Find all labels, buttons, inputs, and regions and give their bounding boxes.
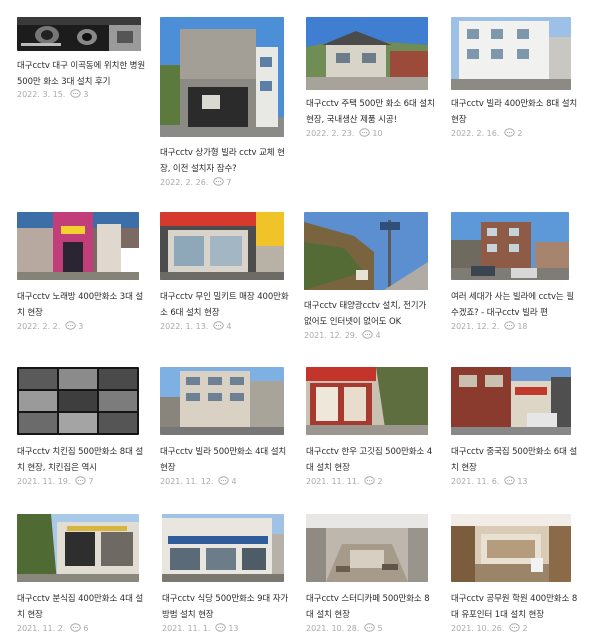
post-date: 2022. 2. 2. <box>17 322 61 331</box>
post-title[interactable]: 대구cctv 태양광cctv 설치, 전기가 없어도 인터넷이 없어도 OK <box>304 298 434 330</box>
comment-count[interactable]: 7 <box>226 178 231 187</box>
post-date: 2021. 10. 28. <box>306 624 360 633</box>
post-thumbnail[interactable] <box>160 212 284 280</box>
post-title[interactable]: 대구cctv 대구 이곡동에 위치한 병원 500만 화소 3대 설치 후기 <box>17 58 147 90</box>
comment-icon <box>215 623 227 632</box>
post-title[interactable]: 대구cctv 스터디카페 500만화소 8대 설치 현장 <box>306 591 436 623</box>
comment-icon <box>65 321 76 330</box>
comment-icon <box>70 89 82 98</box>
post-date: 2021. 11. 12. <box>160 477 214 486</box>
post-meta: 2021. 12. 29. 4 <box>304 330 381 342</box>
post-title[interactable]: 여러 세대가 사는 빌라에 cctv는 필수겠죠? - 대구cctv 빌라 편 <box>451 289 581 321</box>
comment-icon <box>75 476 87 485</box>
post-meta: 2021. 11. 2. 6 <box>17 623 88 635</box>
post-thumbnail[interactable] <box>306 514 428 582</box>
comment-count[interactable]: 18 <box>517 322 527 331</box>
post-thumbnail[interactable] <box>306 367 428 435</box>
post-thumbnail[interactable] <box>160 17 284 137</box>
post-date: 2021. 11. 2. <box>17 624 66 633</box>
comment-icon <box>218 476 230 485</box>
post-thumbnail[interactable] <box>451 17 571 90</box>
comment-icon <box>70 623 82 632</box>
post-meta: 2021. 11. 12. 4 <box>160 476 237 488</box>
post-meta: 2022. 2. 2. 3 <box>17 321 83 333</box>
comment-count[interactable]: 2 <box>377 477 382 486</box>
comment-count[interactable]: 4 <box>231 477 236 486</box>
post-meta: 2021. 10. 28. 5 <box>306 623 383 635</box>
post-title[interactable]: 대구cctv 무인 밀키트 매장 400만화소 6대 설치 현장 <box>160 289 290 321</box>
comment-icon <box>213 321 225 330</box>
post-title[interactable]: 대구cctv 빌라 400만화소 8대 설치 현장 <box>451 96 581 128</box>
post-title[interactable]: 대구cctv 주택 500만 화소 6대 설치 현장, 국내생산 제품 시공! <box>306 96 436 128</box>
post-date: 2022. 1. 13. <box>160 322 209 331</box>
comment-icon <box>504 476 516 485</box>
post-date: 2021. 12. 2. <box>451 322 500 331</box>
comment-count[interactable]: 7 <box>88 477 93 486</box>
comment-icon <box>213 177 225 186</box>
comment-count[interactable]: 3 <box>83 90 88 99</box>
post-title[interactable]: 대구cctv 분식집 400만화소 4대 설치 현장 <box>17 591 147 623</box>
post-title[interactable]: 대구cctv 노래방 400만화소 3대 설치 현장 <box>17 289 147 321</box>
post-meta: 2022. 2. 16. 2 <box>451 128 522 140</box>
comment-icon <box>509 623 521 632</box>
post-meta: 2021. 10. 26. 2 <box>451 623 528 635</box>
post-thumbnail[interactable] <box>451 514 571 582</box>
post-meta: 2022. 1. 13. 4 <box>160 321 231 333</box>
comment-icon <box>504 128 516 137</box>
post-thumbnail[interactable] <box>451 367 571 435</box>
post-thumbnail[interactable] <box>451 212 569 280</box>
post-title[interactable]: 대구cctv 한우 고깃집 500만화소 4대 설치 현장 <box>306 444 436 476</box>
comment-count[interactable]: 5 <box>377 624 382 633</box>
post-date: 2022. 2. 26. <box>160 178 209 187</box>
comment-icon <box>504 321 516 330</box>
post-thumbnail[interactable] <box>17 17 141 51</box>
post-date: 2021. 11. 11. <box>306 477 360 486</box>
post-thumbnail[interactable] <box>17 514 139 582</box>
post-date: 2022. 3. 15. <box>17 90 66 99</box>
post-thumbnail[interactable] <box>160 367 284 435</box>
post-date: 2021. 12. 29. <box>304 331 358 340</box>
comment-count[interactable]: 10 <box>372 129 382 138</box>
post-meta: 2021. 12. 2. 18 <box>451 321 528 333</box>
post-title[interactable]: 대구cctv 상가형 빌라 cctv 교체 현장, 이전 설치자 잠수? <box>160 145 290 177</box>
post-title[interactable]: 대구cctv 치킨집 500만화소 8대 설치 현장, 치킨집은 역시 <box>17 444 147 476</box>
comment-count[interactable]: 13 <box>517 477 527 486</box>
post-meta: 2021. 11. 19. 7 <box>17 476 94 488</box>
post-thumbnail[interactable] <box>304 212 428 290</box>
post-date: 2022. 2. 23. <box>306 129 355 138</box>
post-meta: 2021. 11. 6. 13 <box>451 476 528 488</box>
post-meta: 2022. 2. 23. 10 <box>306 128 383 140</box>
post-title[interactable]: 대구cctv 빌라 500만화소 4대 설치 현장 <box>160 444 290 476</box>
post-thumbnail[interactable] <box>17 212 139 280</box>
comment-icon <box>364 476 376 485</box>
post-title[interactable]: 대구cctv 공무원 학원 400만화소 8대 유포인터 1대 설치 현장 <box>451 591 581 623</box>
post-thumbnail[interactable] <box>306 17 428 90</box>
comment-count[interactable]: 3 <box>78 322 83 331</box>
comment-icon <box>362 330 374 339</box>
post-title[interactable]: 대구cctv 식당 500만화소 9대 자가방범 설치 현장 <box>162 591 292 623</box>
post-date: 2022. 2. 16. <box>451 129 500 138</box>
comment-icon <box>359 128 371 137</box>
post-title[interactable]: 대구cctv 중국집 500만화소 6대 설치 현장 <box>451 444 581 476</box>
post-thumbnail[interactable] <box>162 514 284 582</box>
post-meta: 2021. 11. 1. 13 <box>162 623 239 635</box>
comment-count[interactable]: 13 <box>228 624 238 633</box>
comment-count[interactable]: 6 <box>83 624 88 633</box>
post-date: 2021. 10. 26. <box>451 624 505 633</box>
comment-count[interactable]: 4 <box>375 331 380 340</box>
comment-count[interactable]: 4 <box>226 322 231 331</box>
post-date: 2021. 11. 1. <box>162 624 211 633</box>
post-date: 2021. 11. 19. <box>17 477 71 486</box>
post-meta: 2021. 11. 11. 2 <box>306 476 383 488</box>
post-date: 2021. 11. 6. <box>451 477 500 486</box>
post-meta: 2022. 2. 26. 7 <box>160 177 231 189</box>
comment-count[interactable]: 2 <box>517 129 522 138</box>
comment-icon <box>364 623 376 632</box>
post-thumbnail[interactable] <box>17 367 139 435</box>
post-meta: 2022. 3. 15. 3 <box>17 89 88 101</box>
comment-count[interactable]: 2 <box>522 624 527 633</box>
